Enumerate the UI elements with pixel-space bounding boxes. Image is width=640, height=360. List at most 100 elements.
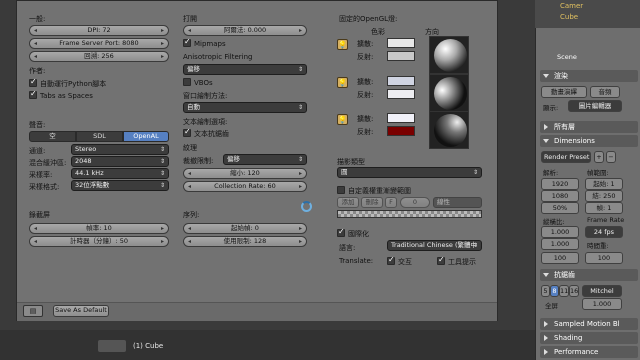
aa-samples-8[interactable]: 8 — [550, 285, 559, 297]
remove-preset-button[interactable]: − — [606, 151, 616, 163]
ramp-delete-button[interactable]: 刪除 — [361, 197, 383, 208]
sound-option-sdl[interactable]: SDL — [76, 131, 123, 142]
light-2-toggle-icon[interactable]: 💡 — [337, 77, 348, 88]
add-preset-button[interactable]: + — [594, 151, 604, 163]
international-fonts-checkbox[interactable]: 國際化 — [337, 227, 369, 239]
frame-rate-dropdown[interactable]: 24 fps — [585, 226, 623, 238]
limit-size-dropdown[interactable]: 偏移 ⇕ — [223, 154, 307, 165]
layers-panel-title: 所有層 — [554, 123, 575, 131]
outliner-item-cube[interactable]: Cube — [560, 13, 578, 21]
tabs-as-spaces-label: Tabs as Spaces — [40, 92, 93, 100]
translate-tooltips-checkbox[interactable]: 工具提示 — [437, 255, 476, 267]
performance-panel-header[interactable]: Performance — [540, 346, 638, 358]
aa-samples-11[interactable]: 11 — [559, 285, 569, 297]
aa-samples-16[interactable]: 16 — [569, 285, 579, 297]
light-1-toggle-icon[interactable]: 💡 — [337, 39, 348, 50]
mipmaps-checkbox[interactable]: Mipmaps — [183, 37, 226, 48]
resolution-y-field[interactable]: 1080 — [541, 190, 579, 202]
resolution-percent-field[interactable]: 50% — [541, 202, 579, 214]
checkbox-checked-icon — [337, 227, 345, 237]
custom-weight-range-checkbox[interactable]: 自定義權重漸變範圍 — [337, 186, 411, 196]
light-1-direction-sphere[interactable] — [429, 36, 469, 74]
light-3-diffuse-swatch[interactable] — [387, 113, 415, 123]
shading-panel-header[interactable]: Shading — [540, 332, 638, 344]
display-dropdown[interactable]: 圖片編輯器 — [568, 100, 622, 112]
aspect-x-field[interactable]: 1.000 — [541, 226, 579, 238]
light-2-diffuse-label: 擴散: — [357, 78, 374, 86]
render-panel-header[interactable]: 渲染 — [540, 70, 638, 82]
channels-dropdown[interactable]: Stereo ⇕ — [71, 144, 169, 155]
sound-option-none[interactable]: 空 — [29, 131, 76, 142]
save-as-default-button[interactable]: Save As Default — [53, 305, 109, 317]
view-menu-icon[interactable] — [98, 340, 126, 352]
time-remap-old-field[interactable]: 100 — [541, 252, 579, 264]
light-2-direction-sphere[interactable] — [429, 74, 469, 112]
ramp-flip-button[interactable]: F — [385, 197, 397, 208]
light-3-direction-sphere[interactable] — [429, 111, 469, 149]
mix-buffer-dropdown[interactable]: 2048 ⇕ — [71, 156, 169, 167]
ramp-index-field[interactable]: 0 — [400, 197, 430, 208]
light-2-direction-ball — [434, 77, 467, 110]
tabs-as-spaces-checkbox[interactable]: Tabs as Spaces — [29, 89, 93, 100]
light-3-toggle-icon[interactable]: 💡 — [337, 114, 348, 125]
light-2-diffuse-swatch[interactable] — [387, 76, 415, 86]
language-dropdown[interactable]: Traditional Chinese (繁體中 ⇕ — [387, 240, 482, 251]
layers-panel-header[interactable]: 所有層 — [540, 121, 638, 133]
time-remap-new-field[interactable]: 100 — [585, 252, 623, 264]
aa-samples-5[interactable]: 5 — [541, 285, 550, 297]
dpi-field[interactable]: ◂ DPI: 72 ▸ — [29, 25, 169, 36]
aa-size-field[interactable]: 1.000 — [582, 298, 622, 310]
screencast-wait-timer-value: 計時器（分鐘）: 50 — [69, 237, 129, 245]
frame-step-field[interactable]: 幀: 1 — [585, 202, 623, 214]
motion-blur-panel-header[interactable]: Sampled Motion Bl — [540, 318, 638, 330]
dimensions-panel-header[interactable]: Dimensions — [540, 135, 638, 147]
light-1-specular-swatch[interactable] — [387, 51, 415, 61]
sequencer-prefetch-value: 起始幀: 0 — [231, 224, 259, 232]
window-draw-method-dropdown[interactable]: 自動 ⇕ — [183, 102, 307, 113]
checkbox-checked-icon — [29, 89, 37, 99]
weight-color-ramp[interactable] — [337, 210, 482, 218]
clip-alpha-field[interactable]: ◂ 阿爾法: 0.000 ▸ — [183, 25, 307, 36]
color-picker-type-dropdown[interactable]: 圓 ⇕ — [337, 167, 482, 178]
frame-range-label: 幀範圍: — [587, 169, 609, 177]
antialiasing-panel-header[interactable]: 抗鋸齒 — [540, 269, 638, 281]
screencast-fps-field[interactable]: ◂ 幀率: 10 ▸ — [29, 223, 169, 234]
light-3-specular-swatch[interactable] — [387, 126, 415, 136]
aspect-y-field[interactable]: 1.000 — [541, 238, 579, 250]
outliner-item-camera[interactable]: Camer — [560, 2, 583, 10]
ramp-interpolation-dropdown[interactable]: 線性 — [433, 197, 482, 208]
aa-filter-dropdown[interactable]: Mitchel — [582, 285, 622, 297]
render-audio-button[interactable]: 音頻 — [590, 86, 620, 98]
frame-start-field[interactable]: 起始: 1 — [585, 178, 623, 190]
color-picker-type-label: 描影類型 — [337, 158, 365, 166]
resolution-x-field[interactable]: 1920 — [541, 178, 579, 190]
sequencer-prefetch-field[interactable]: ◂ 起始幀: 0 ▸ — [183, 223, 307, 234]
render-animation-button[interactable]: 動畫演繹 — [541, 86, 587, 98]
sound-option-openal[interactable]: OpenAL — [123, 131, 169, 142]
render-preset-dropdown[interactable]: Render Preset — [541, 151, 591, 163]
collection-rate-value: Collection Rate: 60 — [214, 182, 276, 190]
frame-end-field[interactable]: 結: 250 — [585, 190, 623, 202]
screencast-wait-timer-field[interactable]: ◂ 計時器（分鐘）: 50 ▸ — [29, 236, 169, 247]
vbos-checkbox[interactable]: VBOs — [183, 78, 213, 87]
vbos-label: VBOs — [194, 79, 213, 87]
light-2-specular-swatch[interactable] — [387, 89, 415, 99]
sound-section-title: 聲音: — [29, 121, 46, 129]
limit-size-value: 偏移 — [227, 155, 240, 163]
backup-field[interactable]: ◂ 回溯: 256 ▸ — [29, 51, 169, 62]
text-antialiasing-checkbox[interactable]: 文本抗鋸齒 — [183, 127, 229, 139]
translate-interface-checkbox[interactable]: 交互 — [387, 255, 412, 267]
sample-rate-dropdown[interactable]: 44.1 kHz ⇕ — [71, 168, 169, 179]
frame-server-port-field[interactable]: ◂ Frame Server Port: 8080 ▸ — [29, 38, 169, 49]
ramp-add-button[interactable]: 添加 — [337, 197, 359, 208]
anisotropic-filtering-dropdown[interactable]: 偏移 ⇕ — [183, 64, 307, 75]
light-1-diffuse-swatch[interactable] — [387, 38, 415, 48]
texture-timeout-field[interactable]: ◂ 縮小: 120 ▸ — [183, 168, 307, 179]
collapse-icon — [543, 273, 549, 277]
collection-rate-field[interactable]: ◂ Collection Rate: 60 ▸ — [183, 181, 307, 192]
sample-format-dropdown[interactable]: 32位浮點數 ⇕ — [71, 180, 169, 191]
sequencer-memory-limit-field[interactable]: ◂ 使用限制: 128 ▸ — [183, 236, 307, 247]
full-sample-checkbox[interactable]: 全屏 — [545, 300, 558, 310]
auto-run-python-checkbox[interactable]: 自動運行Python腳本 — [29, 77, 106, 89]
editor-type-icon[interactable]: ▤ — [23, 305, 43, 317]
